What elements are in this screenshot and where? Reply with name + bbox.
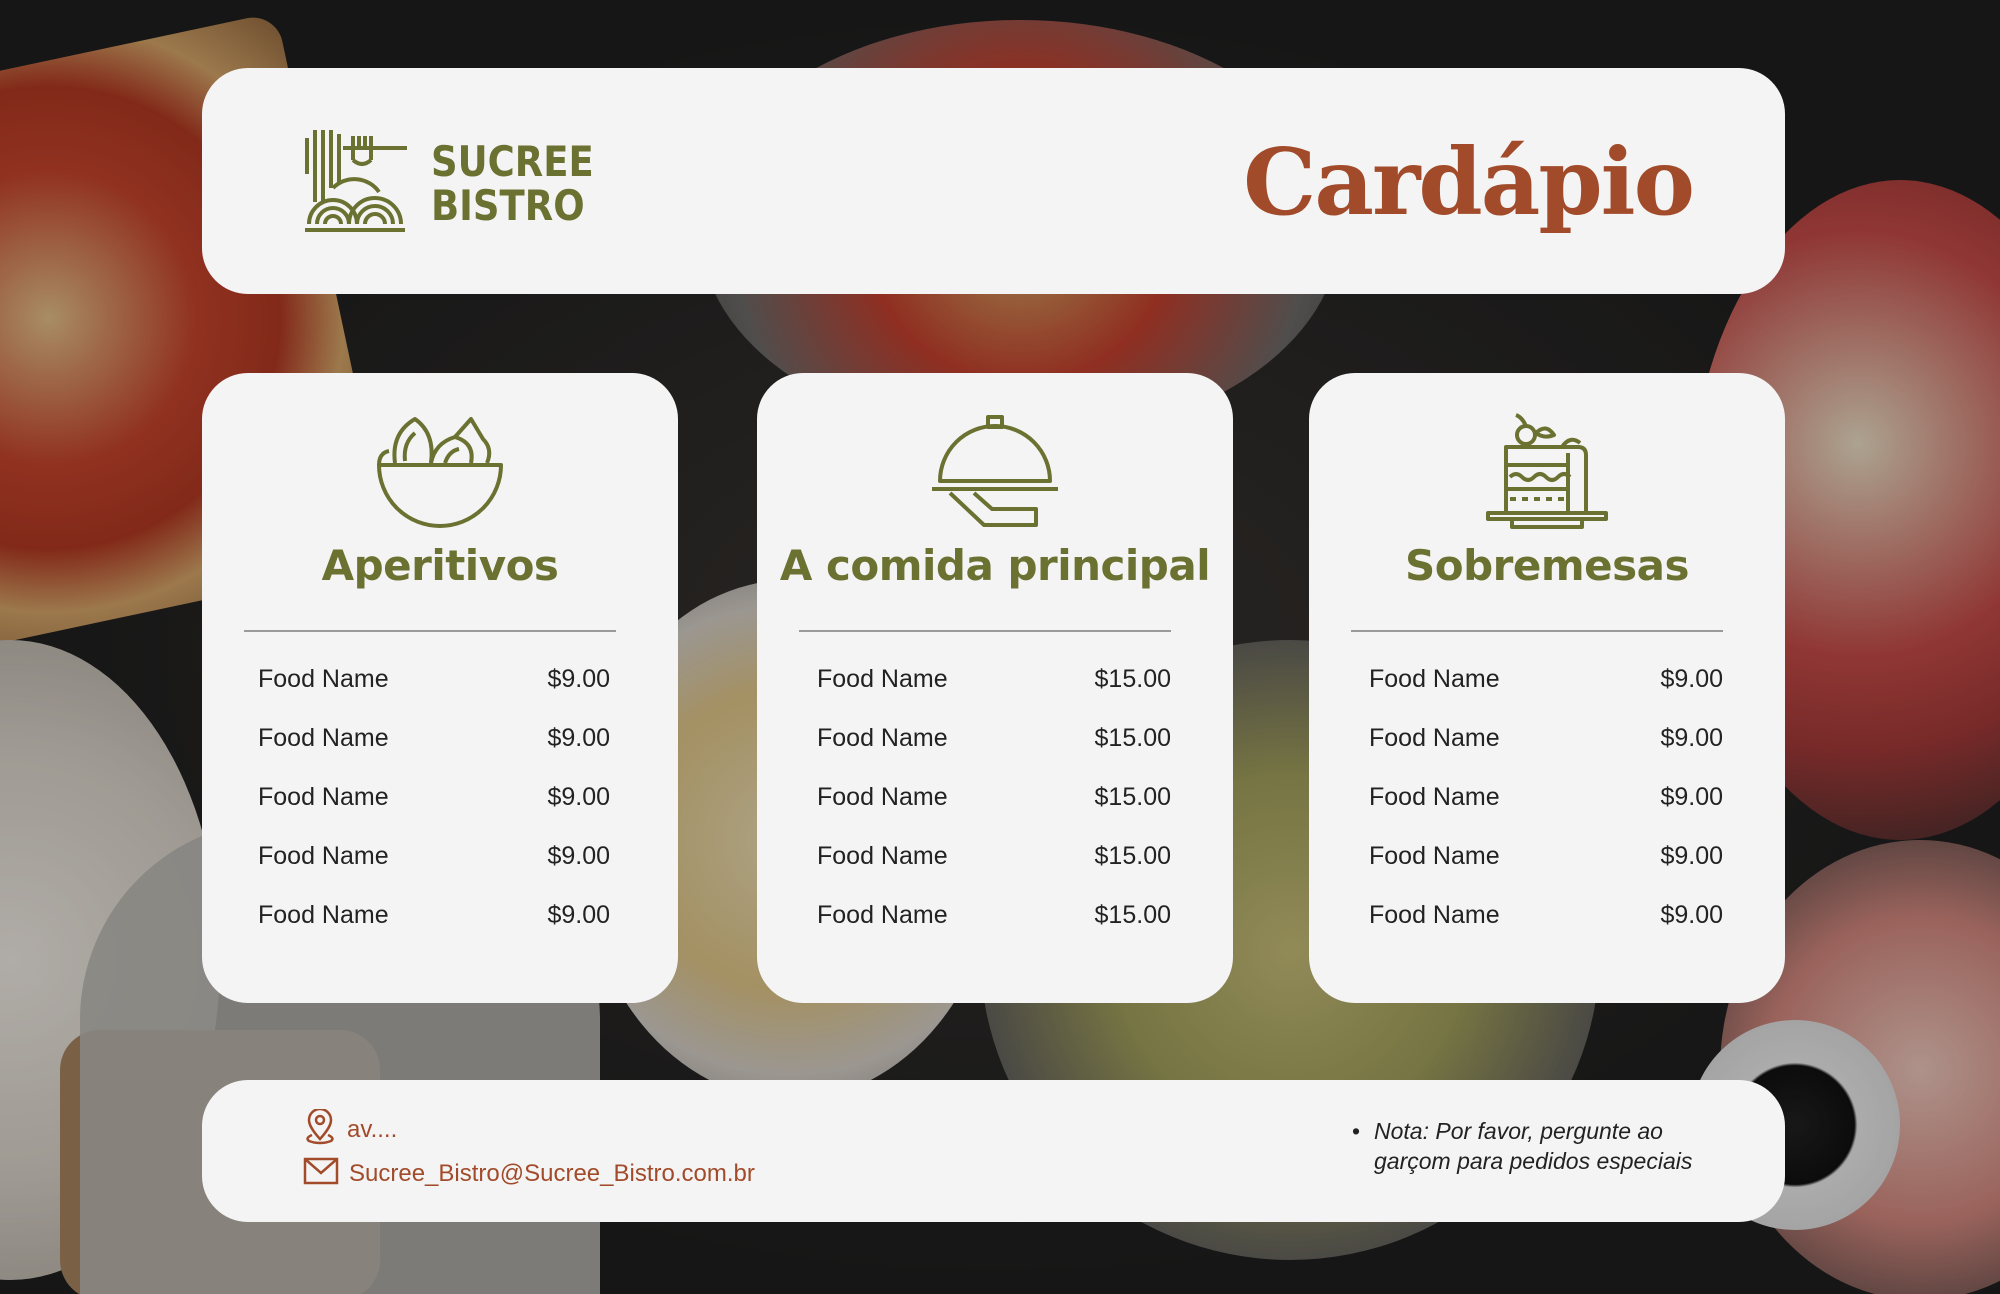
menu-item: Food Name $9.00	[1369, 901, 1723, 960]
menu-item-list: Food Name $15.00 Food Name $15.00 Food Nam…	[817, 665, 1171, 960]
menu-item-price: $9.00	[1660, 665, 1723, 693]
menu-section-desserts: Sobremesas Food Name $9.00 Food Name $9.00…	[1309, 373, 1785, 1003]
menu-item-price: $9.00	[547, 724, 610, 752]
menu-section-appetizers: Aperitivos Food Name $9.00 Food Name $9.00…	[202, 373, 678, 1003]
divider	[1351, 630, 1723, 632]
menu-item-name: Food Name	[1369, 901, 1500, 929]
menu-item: Food Name $9.00	[258, 783, 610, 842]
menu-item-name: Food Name	[258, 783, 389, 811]
menu-item-name: Food Name	[1369, 724, 1500, 752]
menu-item: Food Name $9.00	[258, 665, 610, 724]
menu-item-list: Food Name $9.00 Food Name $9.00 Food Name $…	[258, 665, 610, 960]
menu-item-name: Food Name	[258, 901, 389, 929]
menu-item-name: Food Name	[817, 842, 948, 870]
page-title: Cardápio	[1243, 128, 1695, 236]
menu-item-name: Food Name	[817, 783, 948, 811]
menu-item-price: $9.00	[547, 783, 610, 811]
menu-item-price: $15.00	[1094, 842, 1171, 870]
email-row: Sucree_Bistro@Sucree_Bistro.com.br	[303, 1152, 755, 1196]
menu-item-price: $9.00	[1660, 901, 1723, 929]
menu-item-price: $9.00	[1660, 783, 1723, 811]
menu-item-price: $15.00	[1094, 665, 1171, 693]
location-pin-icon	[303, 1107, 347, 1152]
menu-item-price: $15.00	[1094, 783, 1171, 811]
bullet: •	[1352, 1118, 1361, 1144]
menu-item: Food Name $15.00	[817, 842, 1171, 901]
address-text: av....	[347, 1116, 398, 1143]
divider	[244, 630, 616, 632]
menu-item: Food Name $9.00	[1369, 842, 1723, 901]
brand-name-line1: SUCREE	[431, 136, 594, 186]
menu-item-name: Food Name	[817, 901, 948, 929]
section-title: Sobremesas	[1405, 541, 1689, 590]
address-row: av....	[303, 1107, 755, 1152]
salad-bowl-icon	[375, 413, 505, 534]
menu-item-price: $9.00	[547, 901, 610, 929]
menu-item-price: $9.00	[1660, 842, 1723, 870]
menu-item: Food Name $15.00	[817, 724, 1171, 783]
section-title: Aperitivos	[321, 541, 559, 590]
envelope-icon	[303, 1157, 349, 1192]
brand-logo: SUCREE BISTRO	[303, 128, 616, 239]
menu-item: Food Name $15.00	[817, 665, 1171, 724]
note-text: Nota: Por favor, pergunte ao garçom para…	[1374, 1118, 1693, 1174]
cake-icon	[1482, 413, 1612, 534]
special-request-note: • Nota: Por favor, pergunte ao garçom pa…	[1352, 1116, 1704, 1176]
menu-item: Food Name $9.00	[1369, 724, 1723, 783]
brand-name-line2: BISTRO	[431, 180, 585, 230]
menu-item-name: Food Name	[817, 665, 948, 693]
pasta-fork-icon	[303, 128, 407, 239]
contact-info: av.... Sucree_Bistro@Sucree_Bistro.com.b…	[303, 1107, 755, 1196]
menu-item: Food Name $9.00	[258, 842, 610, 901]
menu-item: Food Name $9.00	[1369, 783, 1723, 842]
menu-item-price: $9.00	[1660, 724, 1723, 752]
menu-item-price: $9.00	[547, 665, 610, 693]
menu-item-name: Food Name	[258, 724, 389, 752]
menu-item-name: Food Name	[1369, 842, 1500, 870]
menu-item-price: $9.00	[547, 842, 610, 870]
email-link[interactable]: Sucree_Bistro@Sucree_Bistro.com.br	[349, 1160, 755, 1188]
section-title: A comida principal	[779, 541, 1211, 590]
menu-section-main-course: A comida principal Food Name $15.00 Food …	[757, 373, 1233, 1003]
menu-item-name: Food Name	[1369, 783, 1500, 811]
menu-item-price: $15.00	[1094, 901, 1171, 929]
menu-item: Food Name $9.00	[258, 901, 610, 960]
menu-item: Food Name $9.00	[258, 724, 610, 783]
menu-item-price: $15.00	[1094, 724, 1171, 752]
menu-item-name: Food Name	[1369, 665, 1500, 693]
menu-item: Food Name $15.00	[817, 783, 1171, 842]
cloche-serving-icon	[930, 413, 1060, 534]
brand-name: SUCREE BISTRO	[431, 136, 594, 230]
menu-item: Food Name $9.00	[1369, 665, 1723, 724]
menu-item-list: Food Name $9.00 Food Name $9.00 Food Name $…	[1369, 665, 1723, 960]
menu-item-name: Food Name	[258, 842, 389, 870]
menu-item: Food Name $15.00	[817, 901, 1171, 960]
menu-item-name: Food Name	[258, 665, 389, 693]
menu-item-name: Food Name	[817, 724, 948, 752]
divider	[799, 630, 1171, 632]
